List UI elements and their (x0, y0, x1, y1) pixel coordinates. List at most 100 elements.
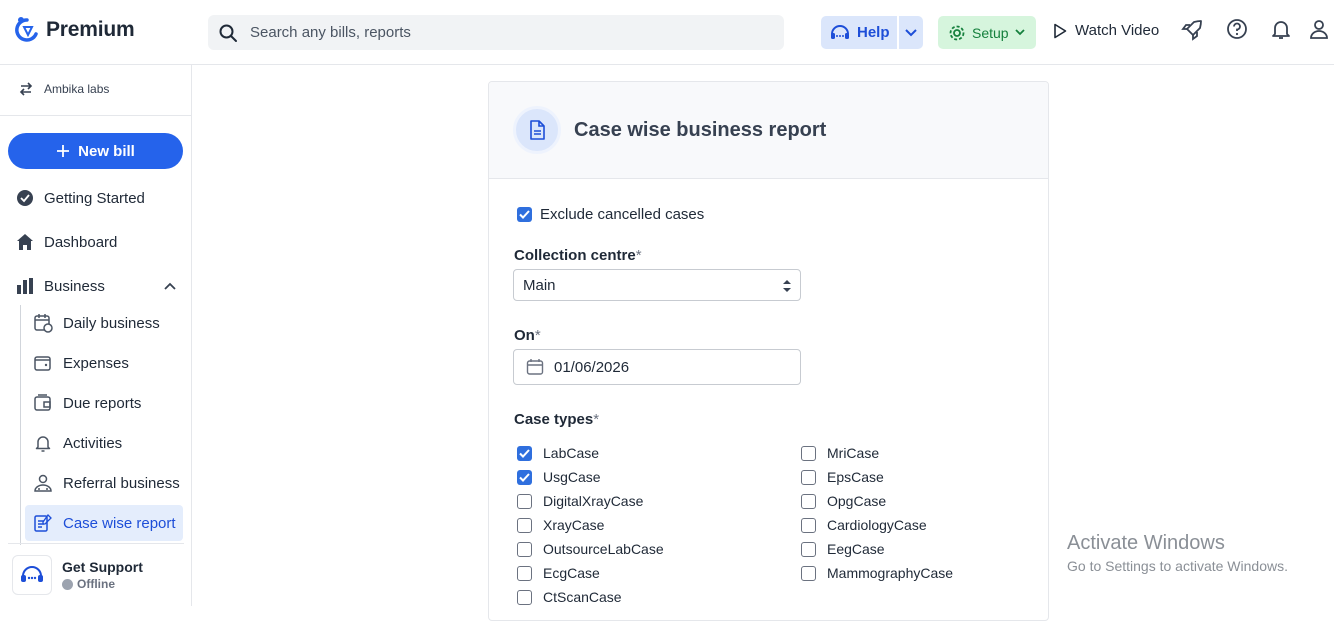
exclude-cancelled-label: Exclude cancelled cases (540, 206, 705, 223)
checkbox-unchecked[interactable] (801, 565, 816, 581)
org-name: Ambika labs (44, 82, 110, 96)
sidebar-item-business[interactable]: Business (16, 277, 176, 295)
case-type-checkbox[interactable]: OpgCase (801, 493, 886, 509)
collection-centre-label: Collection centre* (514, 247, 642, 264)
wallet-icon (34, 356, 51, 371)
watch-video-button[interactable]: Watch Video (1053, 22, 1159, 39)
get-support[interactable]: Get Support Offline (8, 543, 184, 606)
checkbox-unchecked[interactable] (801, 493, 816, 509)
chevron-down-icon (905, 28, 917, 36)
on-date-label: On* (514, 327, 541, 344)
sidebar-item-activities[interactable]: Activities (25, 425, 183, 461)
rocket-icon[interactable] (1180, 18, 1204, 42)
report-card-header: Case wise business report (489, 82, 1048, 179)
sidebar-item-referral-business[interactable]: Referral business (25, 465, 183, 501)
status-dot (62, 578, 73, 590)
case-types-label: Case types* (514, 411, 600, 428)
case-type-label: UsgCase (543, 469, 601, 485)
search-input[interactable] (250, 24, 750, 41)
bell-icon[interactable] (1270, 18, 1292, 40)
select-arrows-icon (783, 280, 791, 292)
checkbox-unchecked[interactable] (517, 493, 532, 509)
case-type-label: MammographyCase (827, 565, 954, 581)
home-icon (17, 234, 33, 250)
user-referral-icon (34, 474, 52, 492)
case-type-checkbox[interactable]: EegCase (801, 541, 885, 557)
headset-icon (21, 566, 43, 582)
logo-icon (15, 17, 38, 42)
windows-activation-watermark: Activate Windows Go to Settings to activ… (1067, 532, 1288, 574)
help-circle-icon[interactable] (1226, 18, 1248, 40)
sidebar-item-due-reports[interactable]: Due reports (25, 385, 183, 421)
checkbox-unchecked[interactable] (801, 469, 816, 485)
case-type-checkbox[interactable]: CtScanCase (517, 589, 622, 605)
case-type-checkbox[interactable]: UsgCase (517, 469, 601, 485)
status-text: Offline (77, 577, 115, 591)
case-type-checkbox[interactable]: MammographyCase (801, 565, 953, 581)
collection-centre-value: Main (523, 276, 556, 294)
checkbox-unchecked[interactable] (801, 517, 816, 533)
sidebar-item-expenses[interactable]: Expenses (25, 345, 183, 381)
setup-label: Setup (972, 24, 1009, 41)
case-type-checkbox[interactable]: LabCase (517, 445, 599, 461)
document-icon (530, 120, 545, 140)
case-type-checkbox[interactable]: XrayCase (517, 517, 604, 533)
wallet-due-icon (34, 394, 51, 411)
case-type-checkbox[interactable]: MriCase (801, 445, 879, 461)
checkbox-checked[interactable] (517, 207, 532, 222)
date-input[interactable]: 01/06/2026 (513, 349, 801, 385)
help-button[interactable]: Help (821, 16, 897, 49)
support-icon-box (12, 555, 52, 595)
sidebar-item-label: Daily business (63, 314, 160, 332)
sidebar-item-getting-started[interactable]: Getting Started (16, 189, 145, 207)
divider (0, 115, 191, 116)
watermark-subtitle: Go to Settings to activate Windows. (1067, 558, 1288, 574)
page-title: Case wise business report (574, 119, 827, 141)
new-bill-button[interactable]: New bill (8, 133, 183, 169)
case-type-checkbox[interactable]: EpsCase (801, 469, 884, 485)
checkbox-unchecked[interactable] (517, 565, 532, 581)
user-icon[interactable] (1308, 18, 1330, 40)
sidebar-item-dashboard[interactable]: Dashboard (16, 233, 117, 251)
help-dropdown-button[interactable] (899, 16, 923, 49)
checkbox-unchecked[interactable] (517, 541, 532, 557)
case-type-label: EegCase (827, 541, 885, 557)
watermark-title: Activate Windows (1067, 532, 1225, 554)
case-type-checkbox[interactable]: DigitalXrayCase (517, 493, 643, 509)
case-type-checkbox[interactable]: CardiologyCase (801, 517, 927, 533)
sidebar: Ambika labs New bill Getting Started Das… (0, 65, 192, 606)
checkbox-unchecked[interactable] (517, 517, 532, 533)
case-type-label: MriCase (827, 445, 880, 461)
chevron-up-icon[interactable] (164, 282, 176, 290)
required-mark: * (635, 247, 642, 264)
checkmark-icon (519, 210, 530, 219)
checkbox-unchecked[interactable] (801, 541, 816, 557)
case-type-label: OutsourceLabCase (543, 541, 664, 557)
gear-icon (949, 25, 965, 40)
checkbox-checked[interactable] (517, 445, 532, 461)
play-icon (1054, 23, 1067, 38)
sidebar-item-label: Case wise report (63, 514, 176, 532)
search-icon (219, 24, 237, 42)
bell-icon (35, 436, 51, 452)
exclude-cancelled-checkbox[interactable]: Exclude cancelled cases (517, 206, 704, 223)
case-type-checkbox[interactable]: OutsourceLabCase (517, 541, 664, 557)
calendar-icon (526, 359, 544, 375)
support-status: Offline (62, 577, 143, 591)
checkbox-checked[interactable] (517, 469, 532, 485)
chevron-down-icon (1014, 29, 1025, 36)
case-type-label: EpsCase (827, 469, 884, 485)
sidebar-item-daily-business[interactable]: Daily business (25, 305, 183, 341)
sidebar-item-label: Expenses (63, 354, 129, 372)
checkbox-unchecked[interactable] (801, 445, 816, 461)
sidebar-item-case-wise-report[interactable]: Case wise report (25, 505, 183, 541)
checkbox-unchecked[interactable] (517, 589, 532, 605)
case-type-label: DigitalXrayCase (543, 493, 644, 509)
collection-centre-select[interactable]: Main (513, 269, 801, 301)
search-bar[interactable] (208, 15, 784, 50)
case-type-checkbox[interactable]: EcgCase (517, 565, 600, 581)
report-card: Case wise business report Exclude cancel… (488, 81, 1049, 621)
app-logo[interactable]: Premium (14, 16, 135, 44)
org-switcher[interactable]: Ambika labs (18, 81, 109, 97)
setup-button[interactable]: Setup (938, 16, 1036, 49)
